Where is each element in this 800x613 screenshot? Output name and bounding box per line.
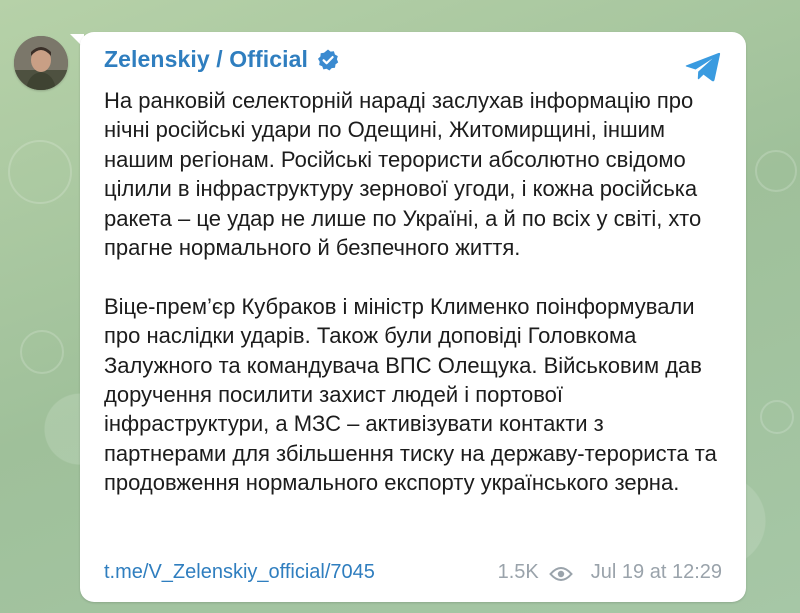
telegram-share-icon[interactable] bbox=[684, 50, 722, 84]
wallpaper-doodle bbox=[20, 330, 64, 374]
post-link[interactable]: t.me/V_Zelenskiy_official/7045 bbox=[104, 561, 375, 584]
wallpaper-doodle bbox=[8, 140, 72, 204]
channel-header: Zelenskiy / Official bbox=[104, 46, 340, 73]
message-meta: 1.5K Jul 19 at 12:29 bbox=[498, 561, 722, 584]
avatar-image bbox=[14, 36, 68, 90]
eye-icon bbox=[548, 565, 573, 581]
message-footer: t.me/V_Zelenskiy_official/7045 1.5K Jul … bbox=[104, 561, 722, 584]
message-timestamp: Jul 19 at 12:29 bbox=[590, 561, 722, 583]
view-count: 1.5K bbox=[497, 561, 539, 583]
channel-avatar[interactable] bbox=[14, 36, 68, 90]
wallpaper-doodle bbox=[760, 400, 794, 434]
channel-name[interactable]: Zelenskiy / Official bbox=[104, 46, 308, 73]
message-paragraph: Віце-прем’єр Кубраков і міністр Клименко… bbox=[104, 293, 717, 496]
verified-badge-icon bbox=[316, 48, 340, 72]
wallpaper-doodle bbox=[755, 150, 797, 192]
message-text: На ранковій селекторній нараді заслухав … bbox=[104, 86, 724, 498]
message-paragraph: На ранковій селекторній нараді заслухав … bbox=[104, 88, 702, 261]
